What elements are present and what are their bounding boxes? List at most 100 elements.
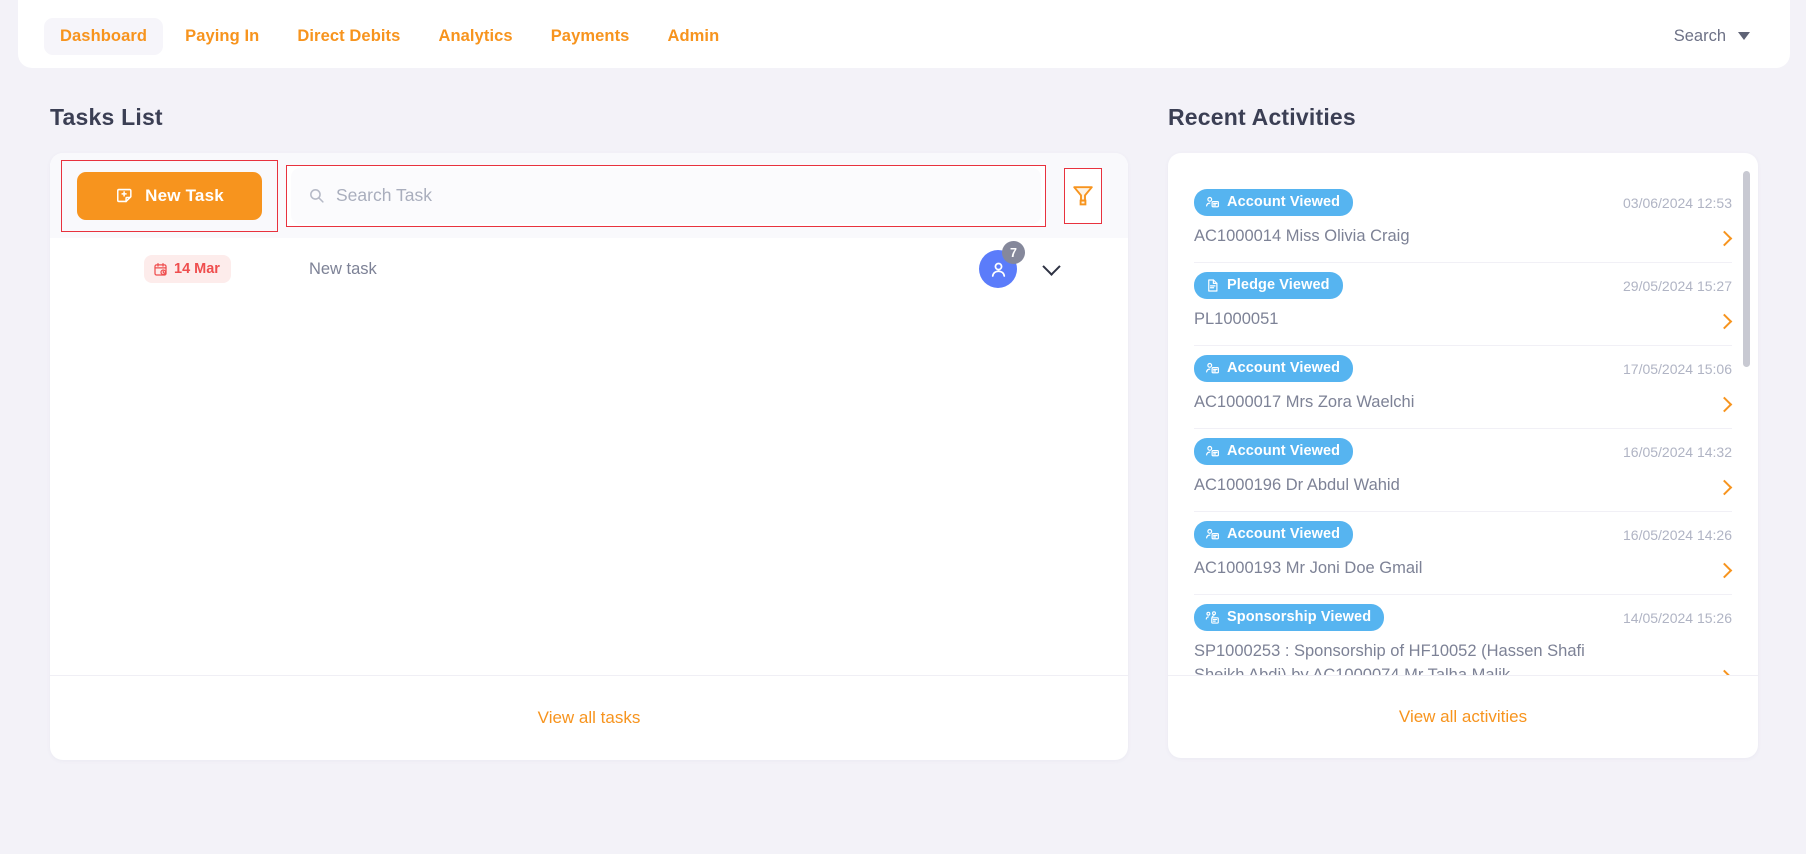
activities-column: Recent Activities Account Viewed 03/06/2…: [1150, 78, 1806, 854]
activity-header: Account Viewed 16/05/2024 14:32: [1194, 438, 1732, 465]
activities-scroll-area: Account Viewed 03/06/2024 12:53 AC100001…: [1168, 153, 1758, 675]
activity-description: SP1000253 : Sponsorship of HF10052 (Hass…: [1194, 642, 1585, 675]
new-task-button-label: New Task: [145, 185, 224, 205]
tasks-card-footer: View all tasks: [50, 675, 1128, 760]
chevron-right-icon[interactable]: [1716, 313, 1733, 330]
list-item[interactable]: Sponsorship Viewed 14/05/2024 15:26 SP10…: [1194, 595, 1733, 675]
status-badge-label: Account Viewed: [1227, 194, 1341, 210]
nav-tab-direct-debits[interactable]: Direct Debits: [281, 18, 416, 55]
tasks-list-title: Tasks List: [50, 104, 163, 130]
task-title: New task: [308, 259, 377, 278]
tasks-column: Tasks List New Task Search Task 14 Mar N…: [0, 78, 1150, 854]
nav-tab-payments[interactable]: Payments: [535, 18, 646, 55]
sponsorship-people-icon: [1205, 610, 1219, 624]
activity-timestamp: 14/05/2024 15:26: [1623, 610, 1732, 626]
activity-header: Account Viewed 03/06/2024 12:53: [1194, 189, 1732, 216]
dashboard-page: Dashboard Paying In Direct Debits Analyt…: [0, 0, 1806, 854]
nav-tab-dashboard[interactable]: Dashboard: [44, 17, 164, 55]
search-dropdown-label: Search: [1673, 26, 1726, 45]
status-badge-label: Account Viewed: [1227, 443, 1341, 459]
status-badge: Account Viewed: [1194, 521, 1354, 548]
status-badge: Sponsorship Viewed: [1194, 604, 1385, 631]
new-task-button[interactable]: New Task: [77, 171, 262, 220]
chevron-down-icon: [1738, 32, 1750, 40]
scrollbar-thumb[interactable]: [1743, 171, 1750, 367]
nav-tab-paying-in[interactable]: Paying In: [169, 18, 275, 55]
view-all-tasks-link[interactable]: View all tasks: [538, 708, 641, 728]
content-columns: Tasks List New Task Search Task 14 Mar N…: [0, 78, 1806, 854]
activity-timestamp: 16/05/2024 14:26: [1623, 527, 1732, 543]
note-plus-icon: [117, 188, 132, 203]
task-date-badge: 14 Mar: [144, 255, 231, 283]
list-item[interactable]: Account Viewed 03/06/2024 12:53 AC100001…: [1194, 180, 1733, 263]
account-card-icon: [1206, 445, 1219, 456]
status-badge: Pledge Viewed: [1194, 272, 1343, 299]
activity-timestamp: 03/06/2024 12:53: [1623, 195, 1732, 211]
activity-header: Account Viewed 17/05/2024 15:06: [1194, 355, 1732, 382]
document-icon: [1208, 278, 1218, 292]
search-task-highlight: [286, 164, 1046, 227]
activity-description: AC1000196 Dr Abdul Wahid: [1194, 476, 1400, 494]
nav-tab-admin[interactable]: Admin: [651, 18, 735, 55]
list-item[interactable]: Account Viewed 16/05/2024 14:26 AC100019…: [1194, 512, 1733, 595]
task-row-actions: 7: [979, 241, 1110, 288]
activity-description: AC1000193 Mr Joni Doe Gmail: [1194, 559, 1423, 577]
search-task-input[interactable]: [336, 185, 1024, 206]
recent-activities-title: Recent Activities: [1168, 104, 1356, 130]
activity-description: AC1000017 Mrs Zora Waelchi: [1194, 393, 1415, 411]
avatar[interactable]: 7: [979, 241, 1025, 288]
view-all-activities-link[interactable]: View all activities: [1399, 707, 1527, 727]
status-badge-label: Pledge Viewed: [1227, 277, 1330, 293]
nav-tab-label: Dashboard: [60, 26, 148, 45]
activity-header: Account Viewed 16/05/2024 14:26: [1194, 521, 1732, 548]
top-navigation-bar: Dashboard Paying In Direct Debits Analyt…: [18, 0, 1790, 68]
account-card-icon: [1206, 528, 1219, 539]
activity-timestamp: 29/05/2024 15:27: [1623, 278, 1732, 294]
status-badge-label: Sponsorship Viewed: [1227, 609, 1372, 625]
nav-tab-label: Payments: [550, 26, 630, 45]
user-icon: [991, 262, 1005, 277]
status-badge: Account Viewed: [1194, 438, 1354, 465]
nav-tab-list: Dashboard Paying In Direct Debits Analyt…: [44, 14, 735, 58]
table-row[interactable]: 14 Mar New task 7: [50, 238, 1128, 300]
filter-highlight[interactable]: [1064, 167, 1102, 224]
task-date-label: 14 Mar: [174, 261, 220, 277]
recent-activities-card: Account Viewed 03/06/2024 12:53 AC100001…: [1168, 153, 1758, 758]
calendar-clock-icon: [154, 262, 167, 276]
activity-timestamp: 16/05/2024 14:32: [1623, 444, 1732, 460]
tasks-card: New Task Search Task 14 Mar New task 7 V…: [50, 153, 1128, 760]
nav-tab-label: Admin: [667, 26, 720, 45]
nav-tab-label: Paying In: [185, 26, 260, 45]
activity-header: Sponsorship Viewed 14/05/2024 15:26: [1194, 604, 1732, 631]
chevron-right-icon[interactable]: [1716, 396, 1733, 413]
list-item[interactable]: Account Viewed 17/05/2024 15:06 AC100001…: [1194, 346, 1733, 429]
tasks-toolbar: New Task: [50, 153, 1128, 238]
activity-description: PL1000051: [1194, 310, 1279, 328]
nav-tab-label: Direct Debits: [297, 26, 401, 45]
list-item[interactable]: Account Viewed 16/05/2024 14:32 AC100019…: [1194, 429, 1733, 512]
avatar-count-badge: 7: [1002, 241, 1025, 264]
activity-header: Pledge Viewed 29/05/2024 15:27: [1194, 272, 1732, 299]
new-task-highlight: New Task: [61, 159, 278, 232]
activity-description: AC1000014 Miss Olivia Craig: [1194, 227, 1410, 245]
account-card-icon: [1206, 196, 1219, 207]
chevron-right-icon[interactable]: [1716, 230, 1733, 247]
funnel-filter-icon: [1073, 186, 1093, 206]
activity-timestamp: 17/05/2024 15:06: [1623, 361, 1732, 377]
chevron-right-icon[interactable]: [1716, 562, 1733, 579]
search-icon: [310, 189, 324, 203]
search-task-field[interactable]: [291, 167, 1041, 224]
status-badge-label: Account Viewed: [1227, 526, 1341, 542]
status-badge-label: Account Viewed: [1227, 360, 1341, 376]
chevron-right-icon[interactable]: [1716, 479, 1733, 496]
chevron-down-icon[interactable]: [1042, 256, 1061, 276]
task-row-list: 14 Mar New task 7: [50, 238, 1128, 300]
nav-tab-analytics[interactable]: Analytics: [422, 18, 528, 55]
activities-card-footer: View all activities: [1168, 675, 1758, 758]
list-item[interactable]: Pledge Viewed 29/05/2024 15:27 PL1000051: [1194, 263, 1733, 346]
nav-tab-label: Analytics: [438, 26, 513, 45]
account-card-icon: [1206, 362, 1219, 373]
status-badge: Account Viewed: [1194, 189, 1354, 216]
status-badge: Account Viewed: [1194, 355, 1354, 382]
search-dropdown[interactable]: Search: [1674, 14, 1764, 58]
